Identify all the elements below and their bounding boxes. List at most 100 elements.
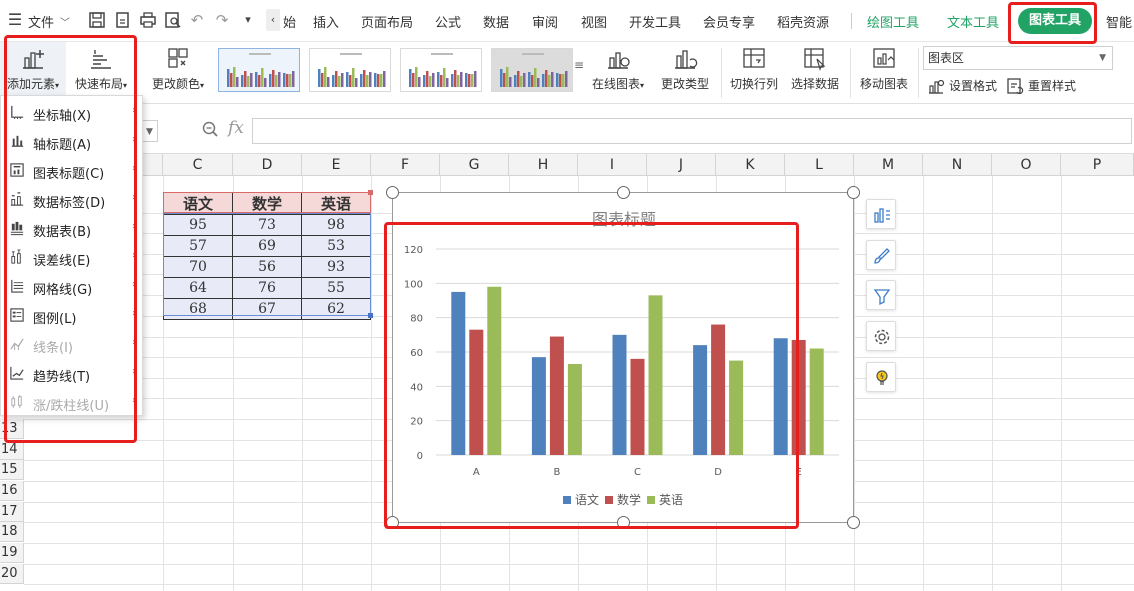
range-handle[interactable] [368,313,373,318]
table-cell[interactable]: 55 [301,277,371,299]
quick-access-dropdown-icon[interactable]: ▾ [239,11,257,29]
row-header[interactable]: 13 [0,419,24,439]
chart-style-more-icon[interactable]: ≡ [574,58,584,72]
select-data-button[interactable]: 选择数据 [786,42,844,104]
table-cell[interactable]: 69 [232,235,302,257]
table-header-cell[interactable]: 数学 [232,192,302,215]
tab-smart-partial[interactable]: 智能 [1106,12,1132,31]
file-menu[interactable]: 文件 [28,12,54,31]
print-icon[interactable] [139,11,157,29]
reset-style-button[interactable]: 重置样式 [1006,76,1076,96]
table-cell[interactable]: 73 [232,214,302,236]
row-header[interactable]: 19 [0,543,24,563]
chart-elements-side-button[interactable] [866,199,896,229]
zoom-search-icon[interactable] [201,120,219,138]
tab-view[interactable]: 视图 [581,12,607,31]
table-cell[interactable]: 67 [232,298,302,320]
table-cell[interactable]: 64 [163,277,233,299]
print-preview-icon[interactable] [164,11,182,29]
add-element-menu-item[interactable]: 数据标签(D) › [1,185,142,214]
chart-smart-side-button[interactable] [866,362,896,392]
row-header[interactable]: 20 [0,564,24,584]
column-header[interactable]: P [1061,154,1134,176]
formula-input[interactable] [252,118,1132,144]
chart-area[interactable]: 图表标题 0 20 40 60 80 100 120 A B C D E 语文 数学 英语 [392,192,854,523]
add-element-menu-item[interactable]: 坐标轴(X) › [1,98,142,127]
chart-resize-handle[interactable] [617,516,630,529]
name-box-chevron-icon[interactable]: ▼ [142,120,158,142]
chart-resize-handle[interactable] [847,516,860,529]
file-menu-chevron-icon[interactable]: ﹀ [60,14,70,29]
column-header[interactable]: L [785,154,854,176]
column-header[interactable]: I [578,154,647,176]
column-header[interactable]: K [716,154,785,176]
add-element-menu-item[interactable]: 误差线(E) › [1,243,142,272]
column-header[interactable]: O [992,154,1061,176]
table-cell[interactable]: 93 [301,256,371,278]
table-header-cell[interactable]: 英语 [301,192,371,215]
column-header[interactable]: C [163,154,233,176]
chart-style-side-button[interactable] [866,240,896,270]
change-color-button[interactable]: 更改颜色▾ [145,42,211,104]
set-format-button[interactable]: 设置格式 [927,76,997,96]
move-chart-button[interactable]: 移动图表 [854,42,914,104]
column-header[interactable]: J [647,154,716,176]
table-header-cell[interactable]: 语文 [163,192,233,215]
chart-style-thumb-4[interactable] [491,48,573,92]
chart-settings-side-button[interactable] [866,321,896,351]
tab-scroll-left-icon[interactable]: ‹ [266,9,280,31]
table-cell[interactable]: 98 [301,214,371,236]
table-cell[interactable]: 57 [163,235,233,257]
table-cell[interactable]: 62 [301,298,371,320]
table-cell[interactable]: 70 [163,256,233,278]
change-type-button[interactable]: 更改类型 [654,42,716,104]
tab-start-partial[interactable]: 始 [283,12,296,31]
table-cell[interactable]: 68 [163,298,233,320]
online-chart-button[interactable]: 在线图表▾ [586,42,650,104]
add-element-menu-item[interactable]: 数据表(B) › [1,214,142,243]
tab-drawing-tools[interactable]: 绘图工具 [867,12,919,31]
chart-style-thumb-1[interactable] [218,48,300,92]
table-cell[interactable]: 95 [163,214,233,236]
add-element-menu-item[interactable]: 轴标题(A) › [1,127,142,156]
redo-icon[interactable]: ↷ [213,11,231,29]
range-handle[interactable] [368,190,373,195]
chart-resize-handle[interactable] [386,516,399,529]
chart-style-thumb-2[interactable] [309,48,391,92]
tab-member[interactable]: 会员专享 [703,12,755,31]
hamburger-icon[interactable]: ☰ [6,11,24,29]
row-header[interactable]: 18 [0,522,24,542]
save-icon[interactable] [88,11,106,29]
tab-text-tools[interactable]: 文本工具 [947,12,999,31]
row-header[interactable]: 17 [0,502,24,522]
tab-chart-tools[interactable]: 图表工具 [1018,8,1092,34]
undo-icon[interactable]: ↶ [188,11,206,29]
tab-data[interactable]: 数据 [483,12,509,31]
tab-page-layout[interactable]: 页面布局 [361,12,413,31]
row-header[interactable]: 16 [0,481,24,501]
export-pdf-icon[interactable] [114,11,132,29]
column-header[interactable]: H [509,154,578,176]
add-element-menu-item[interactable]: 趋势线(T) › [1,359,142,388]
chart-style-thumb-3[interactable] [400,48,482,92]
chart-element-select[interactable]: 图表区 ▼ [923,46,1113,70]
switch-row-col-button[interactable]: 切换行列 [724,42,784,104]
column-header[interactable]: N [923,154,992,176]
add-element-menu-item[interactable]: 图例(L) › [1,301,142,330]
column-header[interactable]: E [302,154,371,176]
chart-filter-side-button[interactable] [866,280,896,310]
tab-review[interactable]: 审阅 [532,12,558,31]
chart-resize-handle[interactable] [847,186,860,199]
tab-developer[interactable]: 开发工具 [629,12,681,31]
tab-insert[interactable]: 插入 [313,12,339,31]
column-header[interactable]: F [371,154,440,176]
column-header[interactable]: G [440,154,509,176]
chart-resize-handle[interactable] [386,186,399,199]
add-element-menu-item[interactable]: 图表标题(C) › [1,156,142,185]
fx-icon[interactable]: fx [228,118,244,138]
table-cell[interactable]: 56 [232,256,302,278]
tab-formula[interactable]: 公式 [435,12,461,31]
row-header[interactable]: 14 [0,440,24,460]
column-header[interactable]: D [233,154,302,176]
table-cell[interactable]: 53 [301,235,371,257]
